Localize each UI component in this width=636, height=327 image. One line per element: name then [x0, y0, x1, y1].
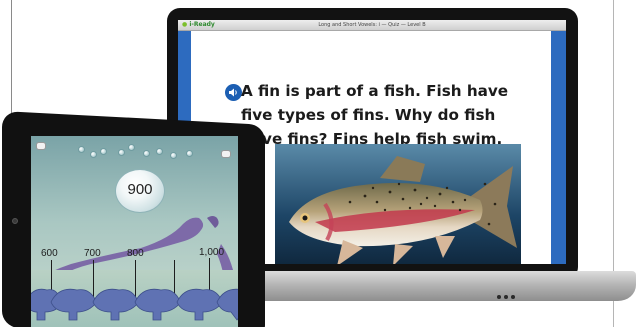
small-bubble: [78, 146, 85, 153]
math-game-screen: 900 600 700 800 1,000: [31, 136, 238, 327]
product-showcase: ● i-Ready Long and Short Vowels: i — Qui…: [0, 0, 636, 327]
tablet-camera: [12, 218, 18, 224]
rainbow-trout-photo: [275, 144, 521, 264]
window-title: Long and Short Vowels: i — Quiz — Level …: [318, 22, 426, 28]
lesson-text: A fin is part of a fish. Fish have five …: [241, 82, 509, 148]
small-bubble: [118, 149, 125, 156]
small-bubble: [100, 148, 107, 155]
small-bubble: [128, 144, 135, 151]
small-bubble: [156, 148, 163, 155]
speaker-icon[interactable]: [225, 84, 242, 101]
ruler-label: 600: [41, 248, 58, 259]
small-bubble: [90, 151, 97, 158]
rhino-row: [31, 288, 238, 321]
ruler-label: 800: [127, 248, 144, 259]
small-bubble: [170, 152, 177, 159]
home-icon[interactable]: [36, 142, 46, 150]
ruler-label: 700: [84, 248, 101, 259]
small-bubble: [143, 150, 150, 157]
bubble-row: [78, 144, 238, 159]
small-bubble: [186, 150, 193, 157]
ruler-label: 1,000: [199, 247, 225, 258]
laptop-indicator-dots: [497, 284, 521, 299]
browser-title-bar: ● i-Ready Long and Short Vowels: i — Qui…: [178, 20, 566, 31]
frame-divider-left: [11, 0, 12, 115]
